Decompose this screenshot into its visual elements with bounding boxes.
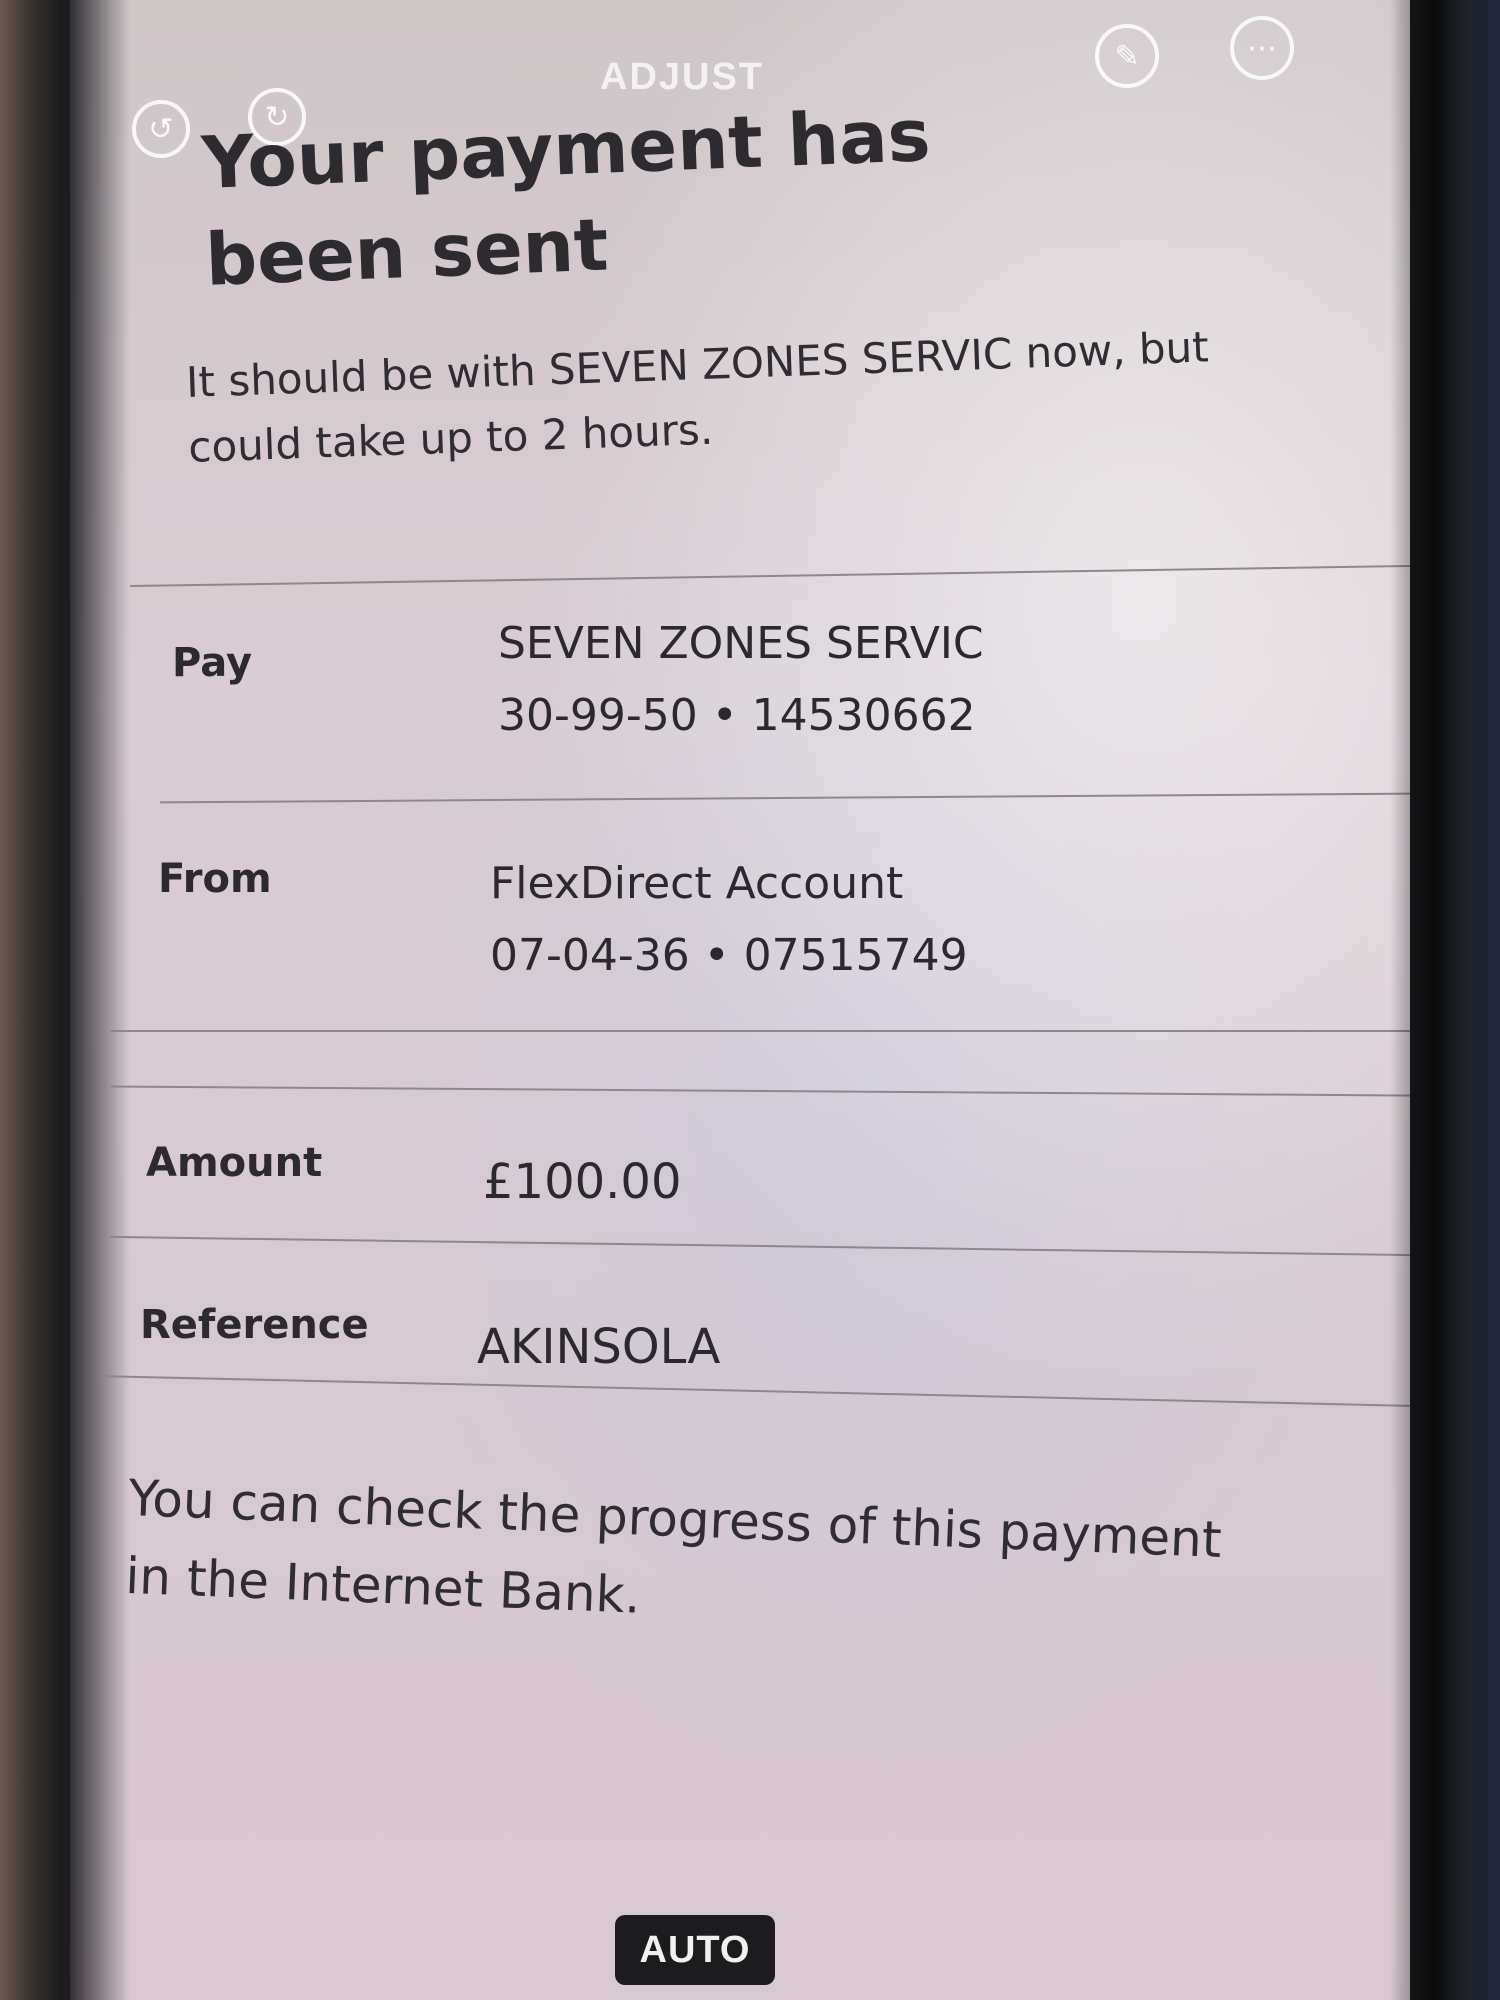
phone-edge — [1390, 0, 1500, 2000]
divider — [110, 1235, 1410, 1257]
from-label: From — [158, 856, 272, 902]
divider — [110, 1030, 1410, 1032]
payee-account: 30-99-50 • 14530662 — [498, 690, 976, 741]
auto-badge[interactable]: AUTO — [615, 1915, 775, 1985]
amount-label: Amount — [146, 1140, 323, 1186]
undo-icon[interactable]: ↺ — [132, 100, 190, 158]
from-account-name: FlexDirect Account — [490, 858, 904, 909]
from-account-number: 07-04-36 • 07515749 — [490, 930, 968, 981]
divider — [160, 792, 1410, 804]
divider — [130, 564, 1410, 588]
markup-icon[interactable]: ✎ — [1095, 24, 1159, 88]
divider — [100, 1375, 1410, 1407]
amount-value: £100.00 — [483, 1154, 682, 1210]
progress-note: You can check the progress of this payme… — [124, 1468, 1223, 1625]
payee-name: SEVEN ZONES SERVIC — [498, 618, 984, 669]
adjust-label[interactable]: ADJUST — [600, 56, 764, 99]
page-title: Your payment has been sent — [200, 93, 932, 303]
phone-photo: ↺ ↻ ADJUST ✎ ⋯ Your payment has been sen… — [0, 0, 1500, 2000]
phone-screen: ↺ ↻ ADJUST ✎ ⋯ Your payment has been sen… — [70, 0, 1410, 2000]
reference-value: AKINSOLA — [477, 1319, 721, 1375]
divider — [110, 1085, 1410, 1097]
more-icon[interactable]: ⋯ — [1230, 16, 1294, 80]
payment-subtitle: It should be with SEVEN ZONES SERVIC now… — [185, 322, 1210, 473]
screen-shadow — [70, 0, 130, 2000]
reference-label: Reference — [140, 1302, 369, 1348]
pay-label: Pay — [172, 640, 253, 686]
